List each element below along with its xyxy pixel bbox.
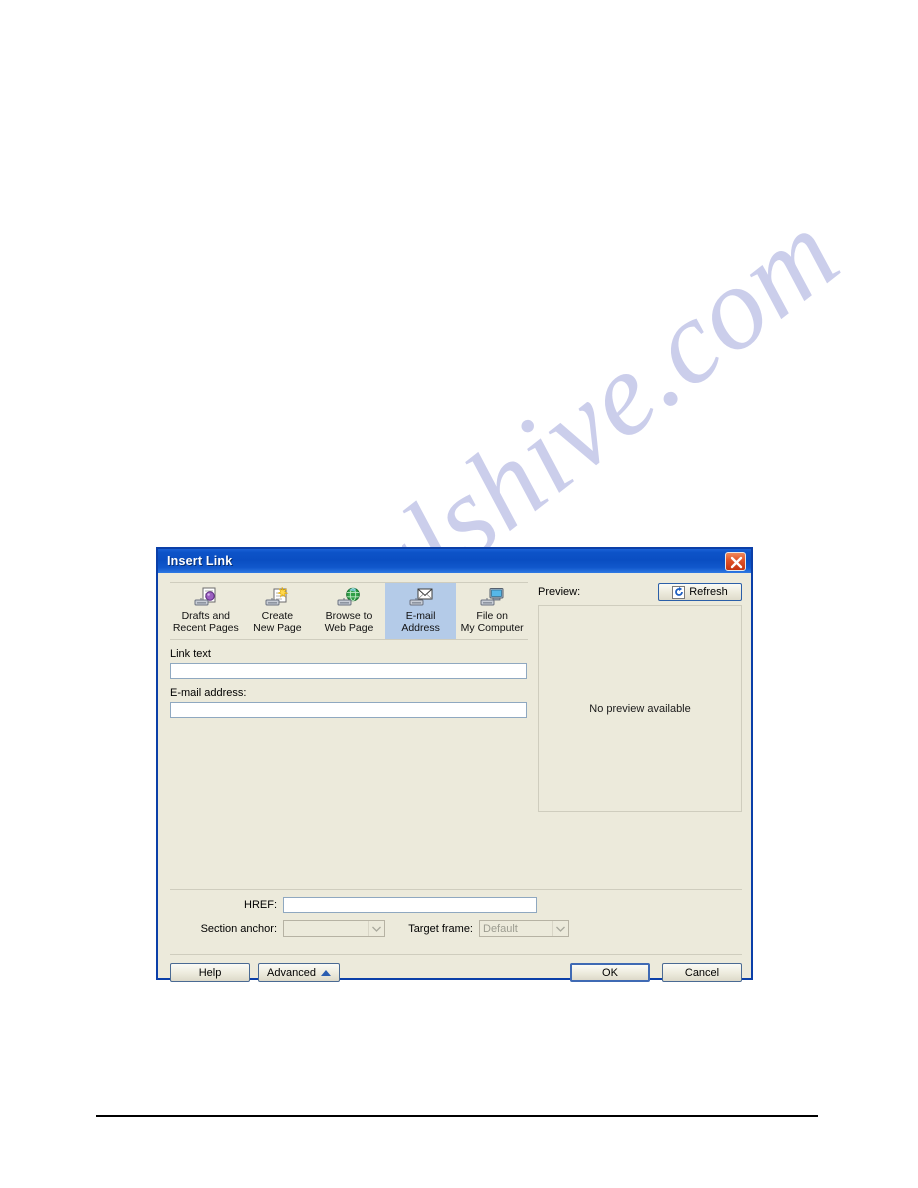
ok-button-label: OK xyxy=(602,966,618,979)
dialog-title: Insert Link xyxy=(167,554,233,568)
create-new-page-icon xyxy=(265,587,289,606)
advanced-button[interactable]: Advanced xyxy=(258,963,340,982)
triangle-up-icon xyxy=(320,969,331,976)
ok-button[interactable]: OK xyxy=(570,963,650,982)
help-button[interactable]: Help xyxy=(170,963,250,982)
preview-label: Preview: xyxy=(538,586,581,598)
browse-to-web-page-icon xyxy=(337,587,360,606)
preview-header: Preview: Refresh xyxy=(538,582,742,602)
refresh-button-label: Refresh xyxy=(689,586,728,598)
target-frame-value: Default xyxy=(483,922,518,935)
email-address-icon xyxy=(409,588,433,606)
iconbar-item-create-new-page[interactable]: Create New Page xyxy=(242,583,314,639)
close-icon[interactable] xyxy=(725,551,746,571)
email-address-input[interactable] xyxy=(170,702,527,718)
refresh-icon xyxy=(672,585,686,599)
chevron-down-icon xyxy=(552,921,568,936)
dialog-button-row: Help Advanced OK Cancel xyxy=(170,963,742,982)
advanced-separator xyxy=(170,889,742,890)
link-source-iconbar: Drafts and Recent Pages Create New Page xyxy=(170,582,528,640)
help-button-label: Help xyxy=(198,966,222,979)
drafts-recent-pages-icon xyxy=(194,587,216,606)
section-anchor-label: Section anchor: xyxy=(200,922,277,935)
iconbar-label-line1: File on xyxy=(476,610,508,622)
left-column: Drafts and Recent Pages Create New Page xyxy=(170,582,528,718)
target-frame-label: Target frame: xyxy=(408,922,473,935)
target-frame-select[interactable]: Default xyxy=(479,920,569,937)
href-label: HREF: xyxy=(244,899,277,911)
href-input[interactable] xyxy=(283,897,537,913)
advanced-section: HREF: Section anchor: Target frame: Defa… xyxy=(170,897,742,944)
advanced-button-label: Advanced xyxy=(267,966,316,979)
iconbar-label-line1: E-mail xyxy=(405,610,436,622)
chevron-down-glyph xyxy=(556,926,565,932)
link-text-label: Link text xyxy=(170,648,211,660)
preview-panel: No preview available xyxy=(538,605,742,812)
iconbar-label-line2: My Computer xyxy=(460,621,524,634)
cancel-button[interactable]: Cancel xyxy=(662,963,742,982)
file-on-my-computer-icon xyxy=(480,588,504,606)
anchor-target-row: Section anchor: Target frame: Default xyxy=(170,920,742,937)
close-x-glyph xyxy=(730,556,743,568)
iconbar-item-email-address[interactable]: E-mail Address xyxy=(384,583,457,639)
iconbar-label-line2: Address xyxy=(401,621,440,634)
iconbar-label-line1: Browse to xyxy=(325,610,373,622)
footer-divider xyxy=(96,1115,818,1117)
section-anchor-select[interactable] xyxy=(283,920,385,937)
cancel-button-label: Cancel xyxy=(684,966,720,979)
iconbar-item-browse-to-web-page[interactable]: Browse to Web Page xyxy=(313,583,385,639)
refresh-button[interactable]: Refresh xyxy=(658,583,742,601)
href-row: HREF: xyxy=(170,897,742,913)
link-text-input[interactable] xyxy=(170,663,527,679)
chevron-down-glyph xyxy=(372,926,381,932)
refresh-arrow-glyph xyxy=(674,587,683,596)
button-separator xyxy=(170,954,742,955)
iconbar-label-line2: Web Page xyxy=(324,621,374,634)
chevron-down-icon xyxy=(368,921,384,936)
iconbar-label-line1: Create xyxy=(261,610,294,622)
iconbar-label-line2: Recent Pages xyxy=(172,621,239,634)
email-address-label: E-mail address: xyxy=(170,687,247,699)
iconbar-item-drafts-and-recent-pages[interactable]: Drafts and Recent Pages xyxy=(170,583,242,639)
insert-link-dialog: Insert Link Drafts and Recent Pages Crea… xyxy=(156,547,753,982)
dialog-titlebar[interactable]: Insert Link xyxy=(158,549,751,573)
iconbar-label-line2: New Page xyxy=(253,621,302,634)
dialog-body: Drafts and Recent Pages Create New Page xyxy=(158,573,751,982)
iconbar-label-line1: Drafts and xyxy=(181,610,231,622)
preview-empty-message: No preview available xyxy=(589,702,691,715)
preview-column: Preview: Refresh No preview available xyxy=(538,582,742,812)
iconbar-item-file-on-my-computer[interactable]: File on My Computer xyxy=(456,583,528,639)
